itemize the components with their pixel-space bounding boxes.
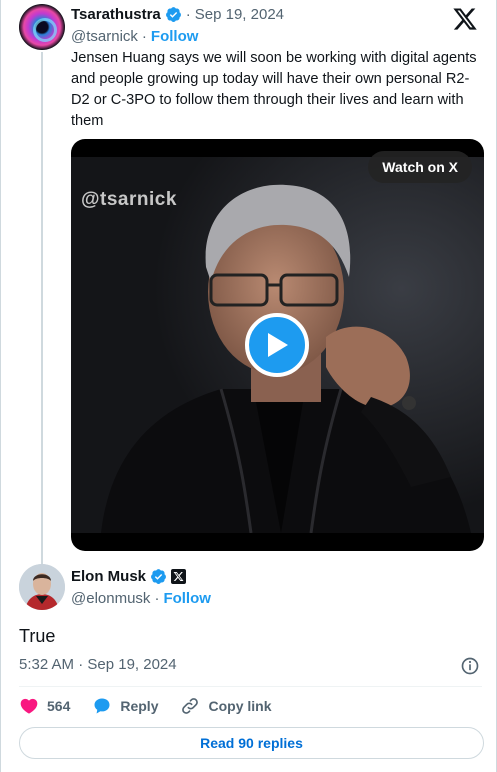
quoted-date[interactable]: Sep 19, 2024 bbox=[195, 6, 284, 23]
main-author-row: Elon Musk bbox=[71, 568, 187, 585]
tweet-timestamp[interactable]: 5:32 AM · Sep 19, 2024 bbox=[19, 656, 177, 673]
quoted-handle-row: @tsarnick · Follow bbox=[71, 28, 198, 45]
quoted-handle[interactable]: @tsarnick bbox=[71, 28, 138, 45]
quoted-author-row: Tsarathustra · Sep 19, 2024 bbox=[71, 6, 284, 23]
copy-link-button[interactable]: Copy link bbox=[180, 696, 272, 716]
divider bbox=[19, 686, 482, 687]
verified-badge-icon bbox=[165, 7, 181, 22]
play-button[interactable] bbox=[245, 313, 309, 377]
watch-on-x-button[interactable]: Watch on X bbox=[368, 151, 472, 183]
quoted-tweet-text: Jensen Huang says we will soon be workin… bbox=[71, 50, 477, 129]
main-handle[interactable]: @elonmusk bbox=[71, 590, 150, 607]
action-bar: 564 Reply Copy link bbox=[19, 696, 294, 716]
read-replies-button[interactable]: Read 90 replies bbox=[19, 727, 484, 759]
x-logo-icon[interactable] bbox=[452, 6, 478, 32]
thread-line bbox=[41, 52, 43, 564]
follow-button-elonmusk[interactable]: Follow bbox=[163, 590, 211, 607]
link-icon bbox=[182, 698, 199, 714]
separator-dot: · bbox=[154, 590, 160, 607]
separator-dot: · bbox=[141, 28, 147, 45]
main-tweet-text: True bbox=[19, 626, 56, 646]
avatar-elonmusk[interactable] bbox=[19, 564, 65, 610]
video-watermark: @tsarnick bbox=[81, 189, 177, 210]
reply-label: Reply bbox=[120, 698, 159, 714]
reply-button[interactable]: Reply bbox=[92, 696, 158, 716]
main-author-name[interactable]: Elon Musk bbox=[71, 568, 146, 585]
reply-bubble-icon bbox=[94, 698, 110, 714]
separator-dot: · bbox=[185, 6, 191, 23]
avatar-image bbox=[19, 564, 65, 610]
info-icon[interactable] bbox=[460, 656, 480, 676]
copy-link-label: Copy link bbox=[208, 698, 272, 714]
verified-badge-icon bbox=[151, 569, 166, 584]
like-button[interactable]: 564 bbox=[19, 696, 70, 716]
main-handle-row: @elonmusk · Follow bbox=[71, 590, 211, 607]
heart-icon bbox=[20, 698, 38, 714]
video-player[interactable]: @tsarnick Watch on X bbox=[71, 139, 484, 551]
like-count: 564 bbox=[47, 698, 71, 714]
affiliate-x-badge-icon bbox=[171, 569, 187, 584]
quoted-author-name[interactable]: Tsarathustra bbox=[71, 6, 161, 23]
tweet-embed: Tsarathustra · Sep 19, 2024 @tsarnick · … bbox=[0, 0, 497, 772]
avatar-tsarathustra[interactable] bbox=[19, 4, 65, 50]
play-icon bbox=[268, 333, 288, 357]
follow-button-tsarnick[interactable]: Follow bbox=[151, 28, 199, 45]
